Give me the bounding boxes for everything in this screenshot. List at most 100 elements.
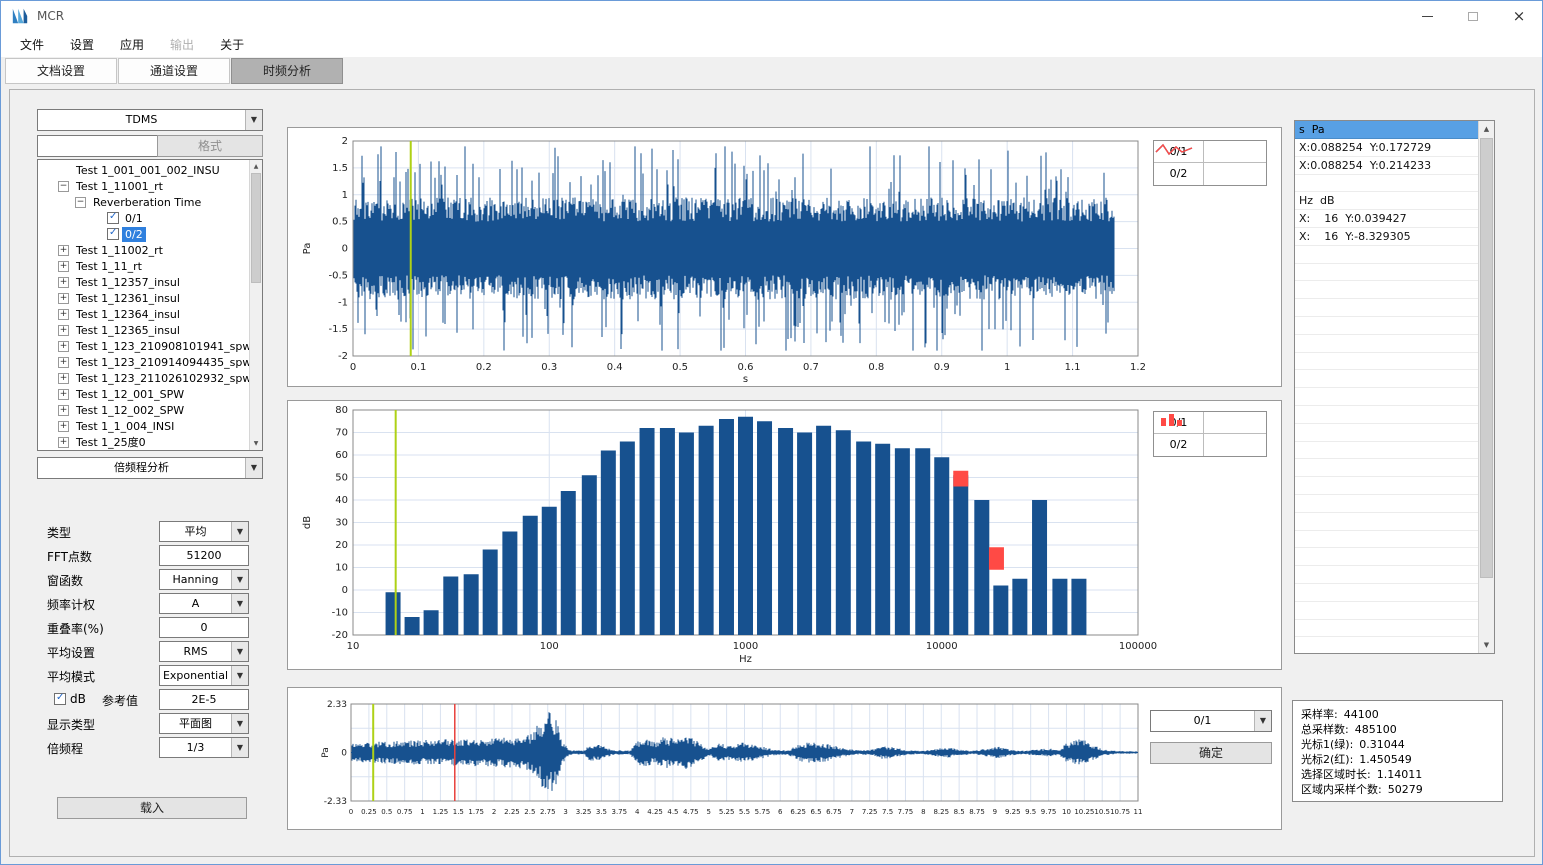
tree-item-16[interactable]: +Test 1_1_004_INSI (38, 418, 249, 434)
tree-item-7[interactable]: + Test 1_12357_insul (38, 274, 249, 290)
measurement-row-22[interactable] (1295, 531, 1478, 549)
reference-input[interactable] (159, 689, 249, 710)
measurement-row-6[interactable] (1295, 246, 1478, 264)
measurement-row-14[interactable] (1295, 388, 1478, 406)
scroll-down-icon[interactable]: ▼ (1479, 637, 1494, 653)
form-combo-6[interactable]: Exponential▼ (159, 665, 249, 686)
menu-file[interactable]: 文件 (7, 32, 57, 57)
form-combo-2[interactable]: Hanning▼ (159, 569, 249, 590)
tree-item-10[interactable]: + Test 1_12365_insul (38, 322, 249, 338)
expand-toggle-icon[interactable]: + (58, 325, 69, 336)
scroll-up-icon[interactable]: ▲ (250, 160, 262, 173)
tree-item-6[interactable]: + Test 1_11_rt (38, 258, 249, 274)
format-button[interactable]: 格式 (157, 135, 263, 157)
tree-item-label[interactable]: Test 1_12361_insul (73, 291, 183, 306)
scrollbar-thumb[interactable] (1480, 138, 1493, 578)
measurement-list-header[interactable]: s Pa (1295, 121, 1478, 139)
menu-apply[interactable]: 应用 (107, 32, 157, 57)
tree-item-12[interactable]: + Test 1_123_210914094435_spw (38, 354, 249, 370)
expand-toggle-icon[interactable]: + (58, 405, 69, 416)
tree-item-label[interactable]: Test 1_11002_rt (73, 243, 166, 258)
measurement-row-19[interactable] (1295, 477, 1478, 495)
tab-document-settings[interactable]: 文档设置 (5, 58, 117, 84)
expand-toggle-icon[interactable]: + (58, 341, 69, 352)
chevron-down-icon[interactable]: ▼ (231, 594, 248, 613)
tree-item-label[interactable]: Test 1_11_rt (73, 259, 145, 274)
expand-toggle-icon[interactable]: + (58, 357, 69, 368)
measurement-row-10[interactable] (1295, 317, 1478, 335)
tree-item-label[interactable]: Test 1_12365_insul (73, 323, 183, 338)
measurement-row-2[interactable] (1295, 175, 1478, 193)
tree-item-14[interactable]: + Test 1_12_001_SPW (38, 386, 249, 402)
measurement-row-5[interactable]: X: 16 Y:-8.329305 (1295, 228, 1478, 246)
load-button[interactable]: 载入 (57, 797, 247, 819)
menu-about[interactable]: 关于 (207, 32, 257, 57)
measurement-row-12[interactable] (1295, 353, 1478, 371)
expand-toggle-icon[interactable]: + (58, 437, 69, 448)
expand-toggle-icon[interactable]: + (58, 389, 69, 400)
legend-entry-0/2[interactable]: 0/2 (1154, 163, 1266, 185)
measurement-row-0[interactable]: X:0.088254 Y:0.172729 (1295, 139, 1478, 157)
collapse-toggle-icon[interactable]: − (75, 197, 86, 208)
measurement-row-9[interactable] (1295, 299, 1478, 317)
tree-item-17[interactable]: +Test 1_25度0 (38, 434, 249, 450)
tree-item-label[interactable]: Test 1_12364_insul (73, 307, 183, 322)
measurement-row-25[interactable] (1295, 584, 1478, 602)
tree-item-label[interactable]: Test 1_12_001_SPW (73, 387, 187, 402)
form-combo-0[interactable]: 平均▼ (159, 521, 249, 542)
overview-waveform-chart[interactable]: 2.330-2.3300.250.50.7511.251.51.7522.252… (288, 688, 1281, 829)
expand-toggle-icon[interactable]: + (58, 309, 69, 320)
measurement-row-21[interactable] (1295, 513, 1478, 531)
expand-toggle-icon[interactable]: + (58, 277, 69, 288)
measurement-row-7[interactable] (1295, 264, 1478, 282)
analysis-type-combo[interactable]: 倍频程分析 ▼ (37, 457, 263, 479)
tree-checkbox[interactable] (107, 212, 119, 224)
form-combo-9[interactable]: 1/3▼ (159, 737, 249, 758)
measurement-row-15[interactable] (1295, 406, 1478, 424)
close-button[interactable]: × (1496, 1, 1542, 31)
scrollbar-thumb[interactable] (251, 173, 261, 283)
confirm-button[interactable]: 确定 (1150, 742, 1272, 764)
tree-item-2[interactable]: −Reverberation Time (38, 194, 249, 210)
measurement-row-20[interactable] (1295, 495, 1478, 513)
file-format-combo[interactable]: TDMS ▼ (37, 109, 263, 131)
filter-input[interactable] (37, 135, 158, 157)
channel-combo[interactable]: 0/1 ▼ (1150, 710, 1272, 732)
tree-item-1[interactable]: −Test 1_11001_rt (38, 178, 249, 194)
form-input-4[interactable] (159, 617, 249, 638)
form-combo-5[interactable]: RMS▼ (159, 641, 249, 662)
tree-item-label[interactable]: Test 1_123_211026102932_spw (73, 371, 249, 386)
tree-item-label[interactable]: Test 1_123_210914094435_spw (73, 355, 249, 370)
expand-toggle-icon[interactable]: + (58, 261, 69, 272)
octave-spectrum-chart[interactable]: -20-100102030405060708010100100010000100… (288, 401, 1281, 669)
db-checkbox[interactable] (54, 693, 66, 705)
tree-item-label[interactable]: 0/2 (122, 227, 146, 242)
tree-item-label[interactable]: Test 1_11001_rt (73, 179, 166, 194)
expand-toggle-icon[interactable]: + (58, 293, 69, 304)
tree-item-13[interactable]: +Test 1_123_211026102932_spw (38, 370, 249, 386)
form-input-1[interactable] (159, 545, 249, 566)
measurement-row-11[interactable] (1295, 335, 1478, 353)
chevron-down-icon[interactable]: ▼ (231, 738, 248, 757)
measurement-row-23[interactable] (1295, 548, 1478, 566)
tree-item-11[interactable]: + Test 1_123_210908101941_spw (38, 338, 249, 354)
tree-item-9[interactable]: + Test 1_12364_insul (38, 306, 249, 322)
measurement-row-4[interactable]: X: 16 Y:0.039427 (1295, 210, 1478, 228)
tree-checkbox[interactable] (107, 228, 119, 240)
chevron-down-icon[interactable]: ▼ (231, 642, 248, 661)
measurement-row-3[interactable]: Hz dB (1295, 192, 1478, 210)
chevron-down-icon[interactable]: ▼ (1254, 711, 1271, 731)
measurement-scrollbar[interactable]: ▲ ▼ (1478, 121, 1494, 653)
chevron-down-icon[interactable]: ▼ (231, 666, 248, 685)
scroll-down-icon[interactable]: ▼ (250, 437, 262, 450)
tree-item-label[interactable]: Test 1_12357_insul (73, 275, 183, 290)
measurement-row-28[interactable] (1295, 637, 1478, 653)
chevron-down-icon[interactable]: ▼ (231, 522, 248, 541)
tree-item-label[interactable]: 0/1 (122, 211, 146, 226)
chevron-down-icon[interactable]: ▼ (231, 570, 248, 589)
tree-item-label[interactable]: Test 1_123_210908101941_spw (73, 339, 249, 354)
measurement-row-17[interactable] (1295, 442, 1478, 460)
chevron-down-icon[interactable]: ▼ (231, 714, 248, 733)
measurement-row-26[interactable] (1295, 602, 1478, 620)
tree-item-label[interactable]: Test 1_12_002_SPW (73, 403, 187, 418)
